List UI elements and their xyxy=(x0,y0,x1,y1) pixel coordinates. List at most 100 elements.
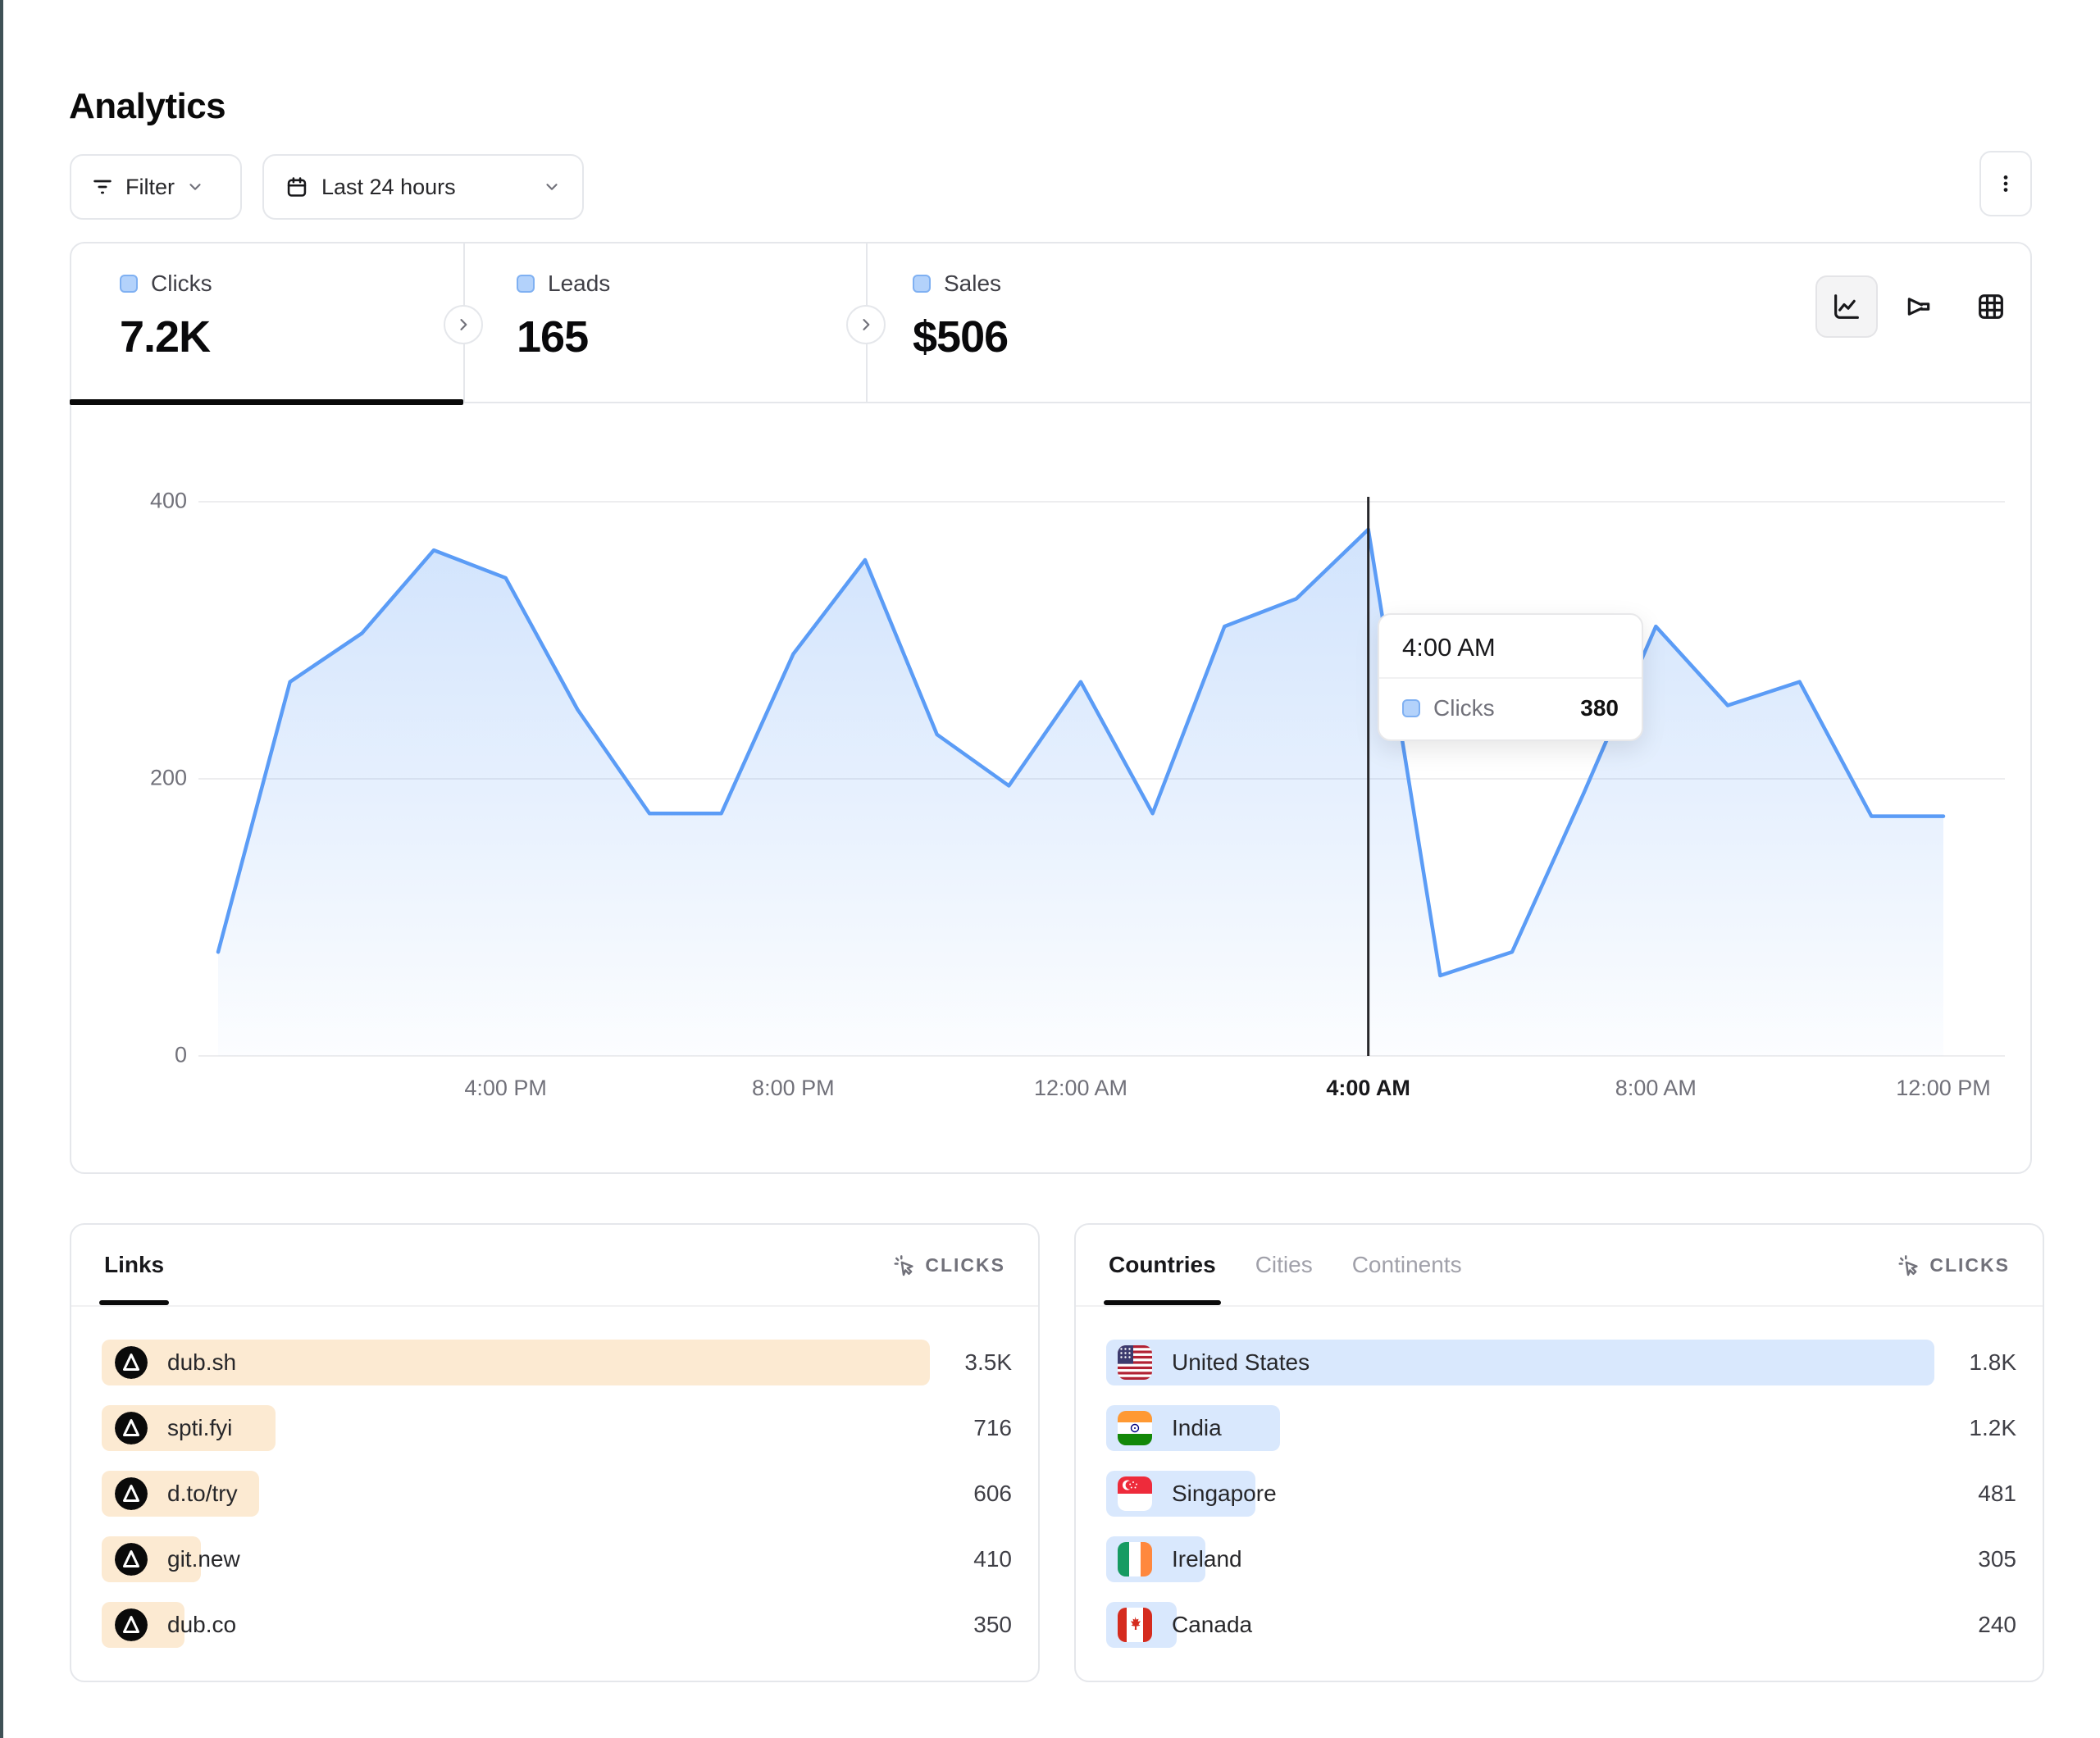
india-flag-icon xyxy=(1118,1411,1152,1445)
date-range-label: Last 24 hours xyxy=(321,175,456,200)
countries-rows: United States 1.8K India 1.2K Singapore 481… xyxy=(1106,1340,2016,1648)
country-row-ireland[interactable]: Ireland 305 xyxy=(1106,1536,2016,1582)
filter-button[interactable]: Filter xyxy=(70,154,242,220)
row-value: 240 xyxy=(1978,1612,2016,1638)
stat-tab-sales[interactable]: Sales $506 xyxy=(913,271,1008,362)
link-row-dub-co[interactable]: dub.co350 xyxy=(102,1602,1012,1648)
y-tick-label: 200 xyxy=(89,765,187,790)
tooltip-time: 4:00 AM xyxy=(1379,615,1642,679)
expand-leads-button[interactable] xyxy=(846,305,886,344)
country-row-india[interactable]: India 1.2K xyxy=(1106,1405,2016,1451)
dub-logo-icon xyxy=(115,1608,148,1641)
x-tick-label: 8:00 AM xyxy=(1615,1076,1697,1101)
link-row-spti-fyi[interactable]: spti.fyi 716 xyxy=(102,1405,1012,1451)
funnel-chart-icon xyxy=(1902,290,1935,323)
tab-links-label: Links xyxy=(104,1252,164,1277)
row-label: United States xyxy=(1172,1349,1310,1376)
row-label: Singapore xyxy=(1172,1481,1277,1507)
x-tick-label: 4:00 PM xyxy=(464,1076,547,1101)
more-options-button[interactable] xyxy=(1979,151,2032,216)
table-view-button[interactable] xyxy=(1960,275,2022,338)
y-tick-label: 400 xyxy=(89,488,187,513)
row-value: 481 xyxy=(1978,1481,2016,1507)
tab-countries-label: Countries xyxy=(1109,1252,1216,1277)
cursor-click-icon xyxy=(892,1253,917,1277)
dub-logo-icon xyxy=(115,1477,148,1510)
chart-tooltip: 4:00 AM Clicks 380 xyxy=(1378,613,1643,741)
stat-tab-leads[interactable]: Leads 165 xyxy=(517,271,610,362)
links-panel: Links CLICKS dub.sh 3.5K spti.fyi 716 d.to… xyxy=(70,1223,1040,1682)
filter-button-label: Filter xyxy=(125,175,175,200)
tab-countries[interactable]: Countries xyxy=(1109,1252,1216,1278)
stat-tab-clicks[interactable]: Clicks 7.2K xyxy=(120,271,212,362)
row-value: 1.2K xyxy=(1969,1415,2016,1441)
tab-countries-underline xyxy=(1104,1300,1221,1305)
tab-cities[interactable]: Cities xyxy=(1255,1252,1313,1278)
leads-legend-square xyxy=(517,275,535,293)
leads-stat-value: 165 xyxy=(517,312,610,362)
country-row-singapore[interactable]: Singapore 481 xyxy=(1106,1471,2016,1517)
links-rows: dub.sh 3.5K spti.fyi 716 d.to/try 606 git.n… xyxy=(102,1340,1012,1648)
line-chart-view-button[interactable] xyxy=(1815,275,1878,338)
link-row-dub-sh[interactable]: dub.sh 3.5K xyxy=(102,1340,1012,1385)
tooltip-series-label: Clicks xyxy=(1433,695,1495,721)
chevron-down-icon xyxy=(186,178,204,196)
row-value: 350 xyxy=(973,1612,1012,1638)
y-tick-label: 0 xyxy=(89,1042,187,1067)
row-value: 3.5K xyxy=(964,1349,1012,1376)
row-label: spti.fyi xyxy=(167,1415,232,1441)
row-label: Ireland xyxy=(1172,1546,1242,1572)
x-tick-label: 12:00 PM xyxy=(1896,1076,1991,1101)
sales-legend-square xyxy=(913,275,931,293)
page-title: Analytics xyxy=(69,86,225,127)
sales-stat-label: Sales xyxy=(944,271,1001,297)
row-label: India xyxy=(1172,1415,1222,1441)
row-value: 305 xyxy=(1978,1546,2016,1572)
x-tick-label: 4:00 AM xyxy=(1326,1076,1410,1101)
link-row-git-new[interactable]: git.new 410 xyxy=(102,1536,1012,1582)
row-value: 410 xyxy=(973,1546,1012,1572)
country-row-united-states[interactable]: United States 1.8K xyxy=(1106,1340,2016,1385)
row-label: dub.sh xyxy=(167,1349,236,1376)
clicks-area-chart[interactable] xyxy=(198,492,2005,1066)
country-row-canada[interactable]: Canada 240 xyxy=(1106,1602,2016,1648)
countries-metric-selector[interactable]: CLICKS xyxy=(1897,1253,2010,1277)
clicks-stat-value: 7.2K xyxy=(120,312,212,362)
row-value: 606 xyxy=(973,1481,1012,1507)
dub-logo-icon xyxy=(115,1346,148,1379)
calendar-icon xyxy=(285,175,308,198)
tab-links[interactable]: Links xyxy=(104,1252,164,1278)
row-label: Canada xyxy=(1172,1612,1252,1638)
clicks-stat-label: Clicks xyxy=(151,271,212,297)
cursor-click-icon xyxy=(1897,1253,1921,1277)
funnel-chart-view-button[interactable] xyxy=(1888,275,1950,338)
date-range-button[interactable]: Last 24 hours xyxy=(262,154,584,220)
countries-metric-label: CLICKS xyxy=(1929,1254,2010,1276)
active-stat-underline xyxy=(70,399,463,405)
row-value: 716 xyxy=(973,1415,1012,1441)
chevron-down-icon xyxy=(543,178,561,196)
kebab-menu-icon xyxy=(1995,173,2016,194)
filter-icon xyxy=(91,175,114,198)
tooltip-value: 380 xyxy=(1580,695,1619,721)
chevron-right-icon xyxy=(858,316,874,333)
canada-flag-icon xyxy=(1118,1608,1152,1642)
row-value: 1.8K xyxy=(1969,1349,2016,1376)
x-tick-label: 8:00 PM xyxy=(752,1076,835,1101)
tooltip-legend-square xyxy=(1402,699,1420,717)
ireland-flag-icon xyxy=(1118,1542,1152,1576)
clicks-legend-square xyxy=(120,275,138,293)
link-row-d-to-try[interactable]: d.to/try 606 xyxy=(102,1471,1012,1517)
links-metric-selector[interactable]: CLICKS xyxy=(892,1253,1005,1277)
leads-stat-label: Leads xyxy=(548,271,610,297)
row-label: git.new xyxy=(167,1546,240,1572)
dub-logo-icon xyxy=(115,1412,148,1445)
tab-continents[interactable]: Continents xyxy=(1352,1252,1462,1278)
expand-clicks-button[interactable] xyxy=(444,305,483,344)
chart-type-switcher xyxy=(1815,275,2022,338)
table-grid-icon xyxy=(1975,290,2007,323)
row-label: d.to/try xyxy=(167,1481,238,1507)
tab-links-underline xyxy=(99,1300,169,1305)
x-tick-label: 12:00 AM xyxy=(1034,1076,1127,1101)
sales-stat-value: $506 xyxy=(913,312,1008,362)
